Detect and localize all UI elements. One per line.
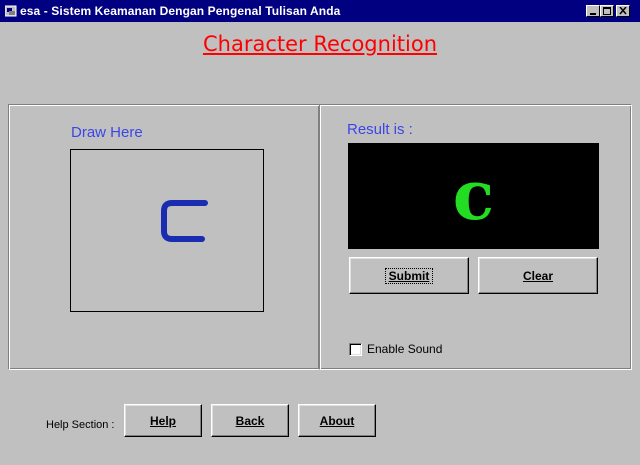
drawing-canvas[interactable] bbox=[70, 149, 264, 312]
help-section-label: Help Section : bbox=[46, 419, 115, 431]
maximize-icon bbox=[603, 7, 611, 15]
close-button[interactable] bbox=[616, 5, 630, 17]
minimize-icon bbox=[590, 13, 596, 15]
main-window: esa - Sistem Keamanan Dengan Pengenal Tu… bbox=[0, 0, 640, 465]
help-button[interactable]: Help bbox=[124, 404, 202, 437]
submit-button[interactable]: Submit bbox=[349, 257, 469, 294]
about-button-label: About bbox=[319, 413, 355, 428]
clear-button-label: Clear bbox=[522, 268, 554, 283]
app-icon bbox=[5, 5, 17, 17]
about-button[interactable]: About bbox=[298, 404, 376, 437]
back-button[interactable]: Back bbox=[211, 404, 289, 437]
clear-button[interactable]: Clear bbox=[478, 257, 598, 294]
enable-sound-checkbox[interactable] bbox=[349, 342, 362, 356]
page-title: Character Recognition bbox=[202, 32, 437, 56]
maximize-button[interactable] bbox=[600, 5, 614, 17]
window-title: esa - Sistem Keamanan Dengan Pengenal Tu… bbox=[20, 4, 341, 18]
title-bar[interactable]: esa - Sistem Keamanan Dengan Pengenal Tu… bbox=[0, 0, 640, 22]
enable-sound-label[interactable]: Enable Sound bbox=[367, 342, 442, 356]
close-icon bbox=[619, 7, 627, 15]
recognized-character: c bbox=[452, 156, 495, 236]
result-label: Result is : bbox=[347, 121, 413, 138]
back-button-label: Back bbox=[235, 413, 265, 428]
enable-sound-option[interactable]: Enable Sound bbox=[349, 342, 442, 356]
handwritten-stroke bbox=[161, 200, 208, 242]
submit-button-label: Submit bbox=[384, 267, 434, 284]
minimize-button[interactable] bbox=[586, 5, 600, 17]
draw-here-label: Draw Here bbox=[71, 124, 143, 141]
help-button-label: Help bbox=[149, 413, 176, 428]
result-display: c bbox=[348, 143, 599, 249]
